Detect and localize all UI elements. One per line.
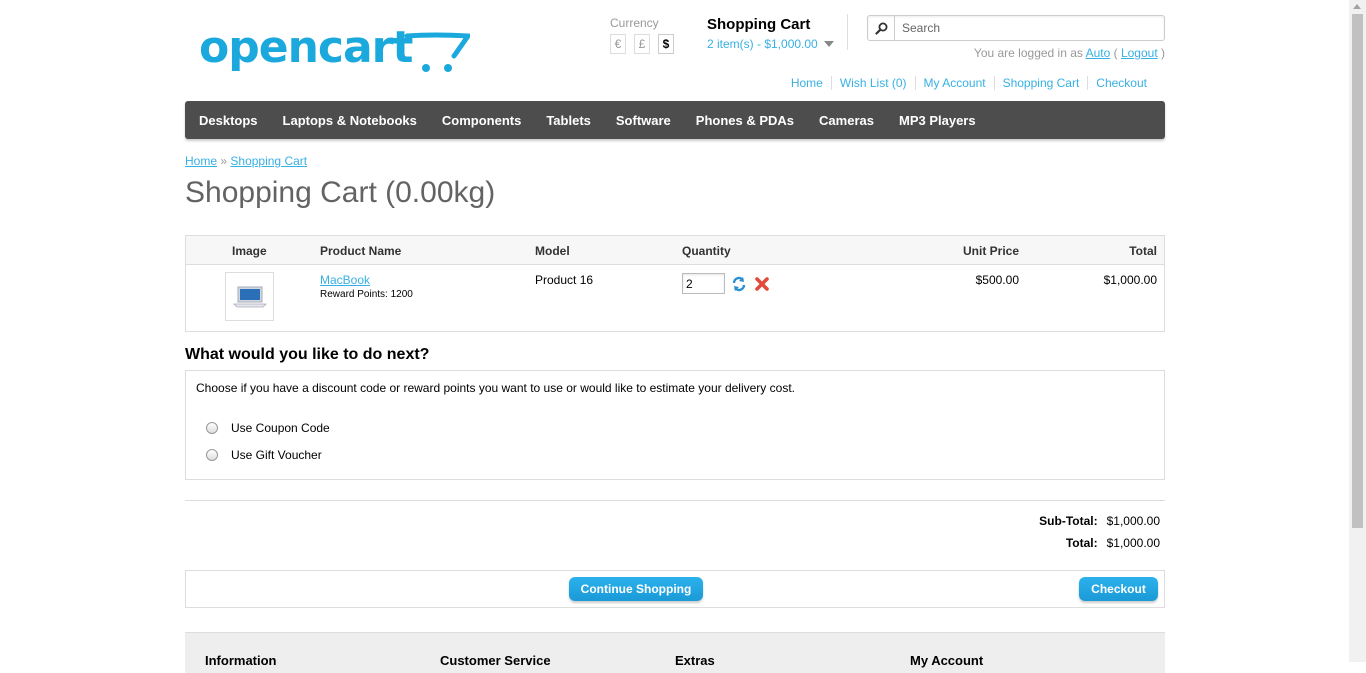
option-coupon[interactable]: Use Coupon Code: [206, 421, 330, 435]
main-menu: Desktops Laptops & Notebooks Components …: [185, 101, 1165, 139]
welcome-paren-open: (: [1113, 46, 1118, 60]
total-label: Total:: [1065, 536, 1098, 550]
header-unit-price: Unit Price: [962, 244, 1019, 258]
continue-shopping-button[interactable]: Continue Shopping: [569, 577, 703, 601]
scroll-up-icon[interactable]: [1353, 4, 1361, 9]
cart-table: Image Product Name Model Quantity Unit P…: [185, 235, 1165, 332]
search-icon: [874, 22, 887, 35]
reward-points: Reward Points: 1200: [320, 289, 413, 300]
search-box: [867, 15, 1165, 41]
footer-my-account: My Account: [910, 653, 984, 668]
total-value: $1,000.00: [1106, 536, 1160, 550]
subtotal-label: Sub-Total:: [1039, 514, 1098, 528]
welcome-text: You are logged in as Auto ( Logout ): [974, 46, 1165, 60]
quantity-input[interactable]: [682, 273, 725, 294]
welcome-paren-close: ): [1161, 46, 1165, 60]
next-section-title: What would you like to do next?: [185, 346, 430, 363]
total-row: Total: $1,000.00: [1066, 536, 1160, 550]
link-wishlist[interactable]: Wish List (0): [830, 76, 915, 90]
logout-link[interactable]: Logout: [1121, 46, 1158, 60]
header-cart[interactable]: Shopping Cart 2 item(s) - $1,000.00: [707, 16, 834, 51]
laptop-image: [232, 286, 267, 307]
link-checkout[interactable]: Checkout: [1087, 76, 1155, 90]
currency-selector: Currency € £ $: [610, 16, 674, 54]
option-voucher[interactable]: Use Gift Voucher: [206, 448, 322, 462]
currency-dollar-button[interactable]: $: [658, 34, 674, 54]
cart-buttons: Continue Shopping Checkout: [185, 570, 1165, 608]
header-image: Image: [232, 244, 267, 258]
breadcrumb-current[interactable]: Shopping Cart: [230, 154, 307, 168]
menu-item-phones[interactable]: Phones & PDAs: [696, 113, 794, 128]
product-name-link[interactable]: MacBook: [320, 273, 370, 287]
account-user-link[interactable]: Auto: [1086, 46, 1111, 60]
currency-euro-button[interactable]: €: [610, 34, 626, 54]
logo-text: opencart: [199, 22, 413, 73]
subtotal-row: Sub-Total: $1,000.00: [1039, 514, 1160, 528]
header-total: Total: [1129, 244, 1157, 258]
menu-item-tablets[interactable]: Tablets: [546, 113, 591, 128]
breadcrumb: Home » Shopping Cart: [185, 154, 307, 168]
header-quantity: Quantity: [682, 244, 731, 258]
next-description: Choose if you have a discount code or re…: [196, 381, 795, 395]
voucher-label: Use Gift Voucher: [231, 448, 322, 462]
unit-price: $500.00: [975, 273, 1019, 287]
link-shopping-cart[interactable]: Shopping Cart: [993, 76, 1088, 90]
footer-extras: Extras: [675, 653, 715, 668]
product-thumbnail[interactable]: [225, 272, 274, 321]
menu-item-cameras[interactable]: Cameras: [819, 113, 874, 128]
scroll-thumb[interactable]: [1352, 14, 1363, 528]
chevron-down-icon: [823, 41, 834, 47]
divider: [847, 14, 848, 50]
header-cart-title: Shopping Cart: [707, 16, 811, 33]
page-title: Shopping Cart (0.00kg): [185, 176, 496, 209]
menu-item-laptops[interactable]: Laptops & Notebooks: [283, 113, 417, 128]
top-links: Home Wish List (0) My Account Shopping C…: [783, 76, 1155, 90]
subtotal-value: $1,000.00: [1106, 514, 1160, 528]
search-button[interactable]: [868, 16, 895, 40]
breadcrumb-separator: »: [220, 154, 228, 168]
cart-table-header: Image Product Name Model Quantity Unit P…: [186, 236, 1164, 265]
cart-logo-icon: [404, 32, 470, 72]
remove-icon[interactable]: [754, 276, 770, 292]
welcome-prefix: You are logged in as: [973, 46, 1083, 60]
currency-pound-button[interactable]: £: [634, 34, 650, 54]
opencart-logo[interactable]: opencart: [199, 22, 471, 78]
menu-item-software[interactable]: Software: [616, 113, 671, 128]
product-model: Product 16: [535, 273, 594, 287]
coupon-label: Use Coupon Code: [231, 421, 330, 435]
header-product-name: Product Name: [320, 244, 402, 258]
link-home[interactable]: Home: [783, 76, 831, 90]
divider: [185, 500, 1165, 501]
breadcrumb-home[interactable]: Home: [185, 154, 217, 168]
header-cart-total: 2 item(s) - $1,000.00: [707, 37, 818, 51]
currency-label: Currency: [610, 16, 659, 30]
menu-item-mp3[interactable]: MP3 Players: [899, 113, 976, 128]
menu-item-components[interactable]: Components: [442, 113, 521, 128]
menu-item-desktops[interactable]: Desktops: [199, 113, 258, 128]
footer-customer-service: Customer Service: [440, 653, 551, 668]
link-my-account[interactable]: My Account: [914, 76, 994, 90]
footer-information: Information: [205, 653, 277, 668]
search-input[interactable]: [900, 20, 1154, 36]
header-model: Model: [535, 244, 570, 258]
row-total: $1,000.00: [1103, 273, 1157, 287]
voucher-radio[interactable]: [206, 449, 218, 461]
footer: Information Customer Service Extras My A…: [185, 632, 1165, 673]
checkout-button[interactable]: Checkout: [1079, 577, 1158, 601]
page-container: opencart Currency € £ $ Shopping Cart 2 …: [185, 0, 1165, 673]
next-options-box: Choose if you have a discount code or re…: [185, 370, 1165, 480]
coupon-radio[interactable]: [206, 422, 218, 434]
page-scrollbar[interactable]: [1349, 0, 1366, 662]
header-cart-dropdown[interactable]: 2 item(s) - $1,000.00: [707, 37, 834, 51]
refresh-icon[interactable]: [731, 276, 747, 292]
